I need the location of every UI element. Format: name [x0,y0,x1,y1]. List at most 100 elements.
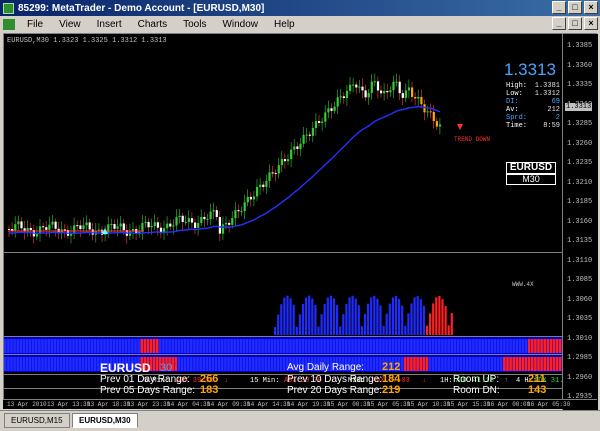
price-panel[interactable]: EURUSD,M30 1.3323 1.3325 1.3312 1.3313 1… [4,34,562,288]
signal-bar [428,339,432,353]
price-axis-label: 1.3385 [567,42,593,50]
candle-body [420,96,423,105]
signal-bar [506,357,509,371]
signal-bar [472,357,475,371]
candle-body [175,217,178,226]
signal-bar [59,357,63,371]
candle-body [206,219,209,221]
maximize-button[interactable]: □ [568,1,582,14]
signal-bar [56,357,60,371]
signal-bar [245,357,249,371]
signal-bar [524,357,528,371]
signal-bar [518,339,522,353]
menu-help[interactable]: Help [266,19,303,30]
signal-bar [28,357,32,371]
histogram-bar [419,299,422,335]
menu-file[interactable]: File [19,19,51,30]
histogram-bar [379,305,382,335]
mdi-restore-button[interactable]: □ [568,17,582,30]
candle-body [330,108,333,111]
tab-eurusd-m30[interactable]: EURUSD,M30 [72,413,138,428]
histogram-bar [444,306,447,335]
document-icon[interactable] [3,18,15,30]
chart-window[interactable]: EURUSD,M30 1.3323 1.3325 1.3312 1.3313 1… [3,33,598,410]
signal-bar [155,339,159,353]
signal-bar [543,339,546,353]
signal-bar [186,339,190,353]
signal-bar [252,357,255,371]
mdi-close-button[interactable]: × [584,17,598,30]
candle-body [187,218,190,222]
time-axis-label: 15 Apr 00:30 [327,401,371,408]
signal-bar [81,339,85,353]
signal-bar [543,357,546,371]
signal-bar [419,339,422,353]
signal-bar [53,339,57,353]
candle-body [293,146,296,150]
signal-bar [521,357,525,371]
signal-bar [549,357,553,371]
signal-bar [459,357,463,371]
signal-bar [69,339,72,353]
signal-bar [236,339,240,353]
signal-bar [190,357,193,371]
signal-bar [469,339,472,353]
adr-spread: 30 [160,362,173,374]
histogram-bar [301,304,305,335]
signal-bar [22,339,26,353]
time-axis[interactable]: 13 Apr 2010 13 Apr 13:30 13 Apr 18:30 13 Ap… [3,399,597,409]
signal-bar [106,339,109,353]
signal-bar [19,357,23,371]
histogram-bar [311,298,314,335]
candle-body [259,184,262,187]
price-axis-label: 1.3085 [567,276,593,284]
signal-bar [527,339,531,353]
signal-bar [400,339,404,353]
menu-window[interactable]: Window [214,19,266,30]
menu-charts[interactable]: Charts [130,19,175,30]
histogram-bar [320,314,323,335]
candle-body [194,222,197,228]
indicator-panel[interactable] [4,252,562,336]
minimize-button[interactable]: _ [552,1,566,14]
signal-bar [279,357,283,371]
candle-body [231,218,234,225]
tab-eurusd-m15[interactable]: EURUSD,M15 [4,413,70,428]
candle-body [426,111,429,113]
title-bar[interactable]: 85299: MetaTrader - Demo Account - [EURU… [0,0,600,16]
signal-bar [93,339,97,353]
signal-bar [329,339,333,353]
signal-bar [217,339,221,353]
candle-body [240,211,243,213]
signal-bar [248,339,252,353]
price-axis[interactable]: 1.33851.33601.33351.33101.32851.32601.32… [562,34,598,410]
candle-body [262,184,265,187]
mdi-minimize-button[interactable]: _ [552,17,566,30]
signal-bar [84,357,88,371]
signal-bar [493,357,497,371]
signal-bar [484,339,488,353]
signal-bar [413,357,416,371]
candle-body [265,180,268,187]
signal-bar [407,339,410,353]
histogram-bar [391,297,394,335]
candle-body [54,221,57,229]
histogram-bar [283,297,286,335]
signal-bar [258,357,261,371]
signal-bar [267,357,271,371]
candlestick-chart[interactable] [4,34,562,252]
adr-roomdn-value: 143 [528,384,547,396]
candle-body [327,108,330,113]
histogram-bar [286,295,289,335]
signal-bar [286,339,289,353]
signal-bar [366,357,370,371]
menu-view[interactable]: View [51,19,89,30]
menu-insert[interactable]: Insert [89,19,130,30]
signal-bar [413,339,416,353]
candle-body [144,221,147,224]
histogram-bar [429,313,432,335]
price-axis-label: 1.3210 [567,178,593,187]
menu-tools[interactable]: Tools [175,19,214,30]
signal-bar [496,357,500,371]
close-button[interactable]: × [584,1,598,14]
